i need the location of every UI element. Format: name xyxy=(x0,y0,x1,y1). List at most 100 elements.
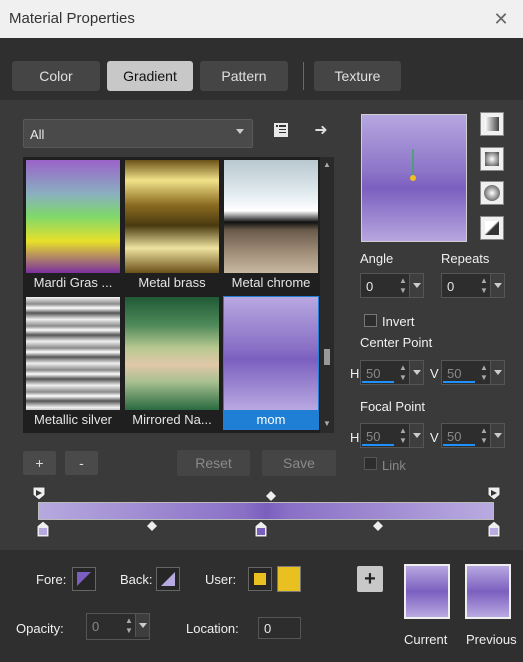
dropdown-icon[interactable] xyxy=(490,274,504,297)
repeats-stepper[interactable]: 0 ▲ ▼ xyxy=(441,273,505,298)
gradient-label: Metallic silver xyxy=(33,412,112,427)
remove-gradient-button[interactable]: - xyxy=(65,451,98,475)
gradient-item[interactable]: Mirrored Na... xyxy=(124,296,220,430)
close-icon[interactable]: ✕ xyxy=(488,6,514,32)
focal-h-level xyxy=(362,444,394,446)
current-label: Current xyxy=(404,632,448,647)
gradient-grid: Mardi Gras ... Metal brass Metal chrome … xyxy=(23,157,323,433)
transparency-stop-left[interactable] xyxy=(32,486,46,501)
list-view-icon[interactable] xyxy=(270,122,292,144)
gradient-label: mom xyxy=(256,412,286,427)
gradient-label: Mardi Gras ... xyxy=(33,275,113,290)
fore-label: Fore: xyxy=(36,572,67,587)
focal-h-value: 50 xyxy=(366,429,381,444)
invert-label: Invert xyxy=(382,314,415,329)
gradient-item[interactable]: Metal chrome xyxy=(223,159,319,293)
gradient-item[interactable]: Mardi Gras ... xyxy=(25,159,121,293)
gradient-label: Metal brass xyxy=(138,275,206,290)
tab-texture[interactable]: Texture xyxy=(314,61,401,91)
link-checkbox[interactable] xyxy=(364,457,377,470)
link-label: Link xyxy=(382,458,406,473)
add-swatch-button[interactable]: + xyxy=(357,566,383,592)
dropdown-icon[interactable] xyxy=(490,424,504,447)
gradient-item[interactable]: Metal brass xyxy=(124,159,220,293)
previous-label: Previous xyxy=(466,632,517,647)
gradient-swatch xyxy=(125,160,219,273)
dropdown-icon[interactable] xyxy=(135,614,149,637)
focal-v-label: V xyxy=(430,430,439,445)
spin-arrows-icon[interactable]: ▲ ▼ xyxy=(123,616,135,636)
dropdown-icon[interactable] xyxy=(409,424,423,447)
spin-arrows-icon[interactable]: ▲ ▼ xyxy=(478,363,490,383)
gradient-swatch xyxy=(26,160,120,273)
center-point-label: Center Point xyxy=(360,335,433,350)
opacity-stepper[interactable]: 0 ▲ ▼ xyxy=(86,613,150,640)
arrow-right-icon[interactable]: ➜ xyxy=(310,120,332,142)
transparency-stop-right[interactable] xyxy=(487,486,501,501)
color-midpoint[interactable] xyxy=(147,521,157,531)
focal-point-label: Focal Point xyxy=(360,399,426,414)
current-swatch[interactable] xyxy=(404,564,450,619)
color-stop-center[interactable] xyxy=(254,520,268,538)
gradient-preview[interactable] xyxy=(361,114,467,242)
add-gradient-button[interactable]: + xyxy=(23,451,56,475)
category-dropdown[interactable]: All xyxy=(23,119,253,148)
chevron-down-icon xyxy=(236,129,244,134)
spin-arrows-icon[interactable]: ▲ ▼ xyxy=(397,426,409,446)
invert-checkbox[interactable] xyxy=(364,314,377,327)
spin-arrows-icon[interactable]: ▲ ▼ xyxy=(397,276,409,296)
location-value: 0 xyxy=(264,621,272,636)
back-label: Back: xyxy=(120,572,153,587)
focal-v-stepper[interactable]: 50 ▲ ▼ xyxy=(441,423,505,448)
angle-label: Angle xyxy=(360,251,394,266)
transparency-midpoint[interactable] xyxy=(266,491,276,501)
scroll-thumb[interactable] xyxy=(324,349,330,365)
gradient-label: Mirrored Na... xyxy=(132,412,212,427)
color-stop-right[interactable] xyxy=(487,520,501,538)
center-v-level xyxy=(443,381,475,383)
opacity-value: 0 xyxy=(92,619,100,634)
window-title: Material Properties xyxy=(9,10,135,27)
gradient-item-selected[interactable]: mom xyxy=(223,296,319,430)
fore-color-swatch[interactable] xyxy=(72,567,96,591)
focal-h-label: H xyxy=(350,430,360,445)
rectangular-style-icon[interactable] xyxy=(480,147,504,171)
focal-h-stepper[interactable]: 50 ▲ ▼ xyxy=(360,423,424,448)
gradient-item[interactable]: Metallic silver xyxy=(25,296,121,430)
gradient-swatch xyxy=(224,160,318,273)
save-button[interactable]: Save xyxy=(262,450,336,476)
scroll-up-icon[interactable]: ▲ xyxy=(323,160,331,169)
color-stop-left[interactable] xyxy=(36,520,50,538)
dropdown-icon[interactable] xyxy=(409,274,423,297)
location-field[interactable]: 0 xyxy=(258,617,301,639)
tab-color[interactable]: Color xyxy=(12,61,100,91)
category-value: All xyxy=(30,127,45,142)
center-h-stepper[interactable]: 50 ▲ ▼ xyxy=(360,360,424,385)
scroll-down-icon[interactable]: ▼ xyxy=(323,419,331,428)
spin-arrows-icon[interactable]: ▲ ▼ xyxy=(478,426,490,446)
previous-swatch[interactable] xyxy=(465,564,511,619)
gradient-editor-bar[interactable] xyxy=(38,502,494,520)
gradient-scrollbar[interactable]: ▲ ▼ xyxy=(320,157,334,433)
radial-style-icon[interactable] xyxy=(480,181,504,205)
dropdown-icon[interactable] xyxy=(490,361,504,384)
user-label: User: xyxy=(205,572,237,587)
spin-arrows-icon[interactable]: ▲ ▼ xyxy=(478,276,490,296)
angle-stepper[interactable]: 0 ▲ ▼ xyxy=(360,273,424,298)
center-v-value: 50 xyxy=(447,366,462,381)
spin-arrows-icon[interactable]: ▲ ▼ xyxy=(397,363,409,383)
tab-gradient[interactable]: Gradient xyxy=(107,61,193,91)
linear-style-icon[interactable] xyxy=(480,112,504,136)
back-color-swatch[interactable] xyxy=(156,567,180,591)
color-midpoint[interactable] xyxy=(373,521,383,531)
tab-pattern[interactable]: Pattern xyxy=(200,61,288,91)
user-color-large[interactable] xyxy=(277,566,301,592)
center-v-stepper[interactable]: 50 ▲ ▼ xyxy=(441,360,505,385)
opacity-label: Opacity: xyxy=(16,621,64,636)
user-color-small[interactable] xyxy=(248,567,272,591)
sunburst-style-icon[interactable] xyxy=(480,216,504,240)
dropdown-icon[interactable] xyxy=(409,361,423,384)
center-v-label: V xyxy=(430,366,439,381)
gradient-swatch xyxy=(224,297,318,410)
reset-button[interactable]: Reset xyxy=(177,450,250,476)
